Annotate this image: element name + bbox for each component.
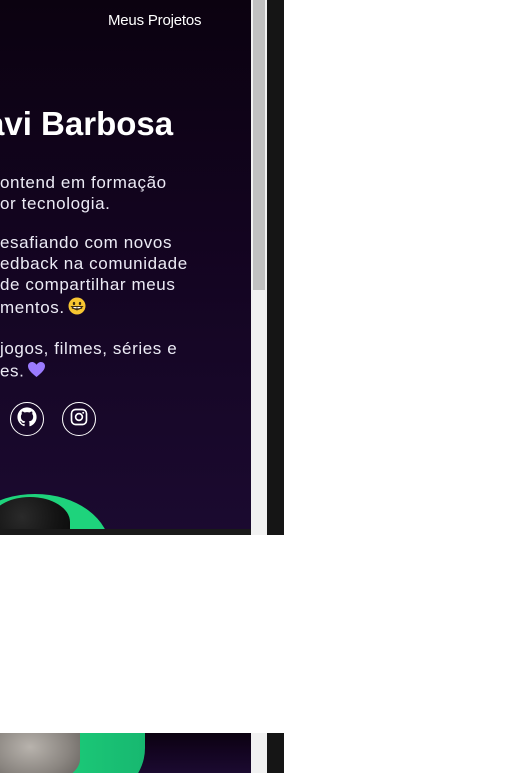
bio-line: de compartilhar meus — [0, 275, 176, 294]
instagram-link[interactable] — [62, 402, 96, 436]
hero-name: avi Barbosa — [0, 105, 174, 142]
github-icon — [17, 406, 37, 432]
github-link[interactable] — [10, 402, 44, 436]
bio-line: esafiando com novos — [0, 233, 173, 252]
bio-line: jogos, filmes, séries e — [0, 339, 178, 358]
bio-line: or tecnologia. — [0, 194, 111, 213]
bio-line-with-heart: es. — [0, 361, 46, 383]
page-viewport-bottom — [0, 733, 284, 773]
grinning-emoji-icon — [68, 297, 86, 320]
bio-line: ontend em formação — [0, 173, 167, 192]
window-edge — [267, 0, 284, 535]
bio-line: mentos. — [0, 297, 65, 317]
bio-line: es. — [0, 361, 25, 381]
vertical-scrollbar-thumb[interactable] — [253, 0, 265, 290]
nav-link-my-projects[interactable]: Meus Projetos — [108, 12, 201, 29]
page-viewport-top: Meus Projetos avi Barbosa ontend em form… — [0, 0, 284, 535]
instagram-icon — [70, 408, 88, 431]
horizontal-scrollbar[interactable] — [0, 529, 251, 535]
profile-photo — [0, 733, 80, 773]
window-edge — [267, 733, 284, 773]
bio-line-with-emoji: mentos. — [0, 297, 86, 320]
vertical-scrollbar-track[interactable] — [251, 733, 267, 773]
purple-heart-icon — [27, 361, 46, 383]
bio-line: edback na comunidade — [0, 254, 188, 273]
